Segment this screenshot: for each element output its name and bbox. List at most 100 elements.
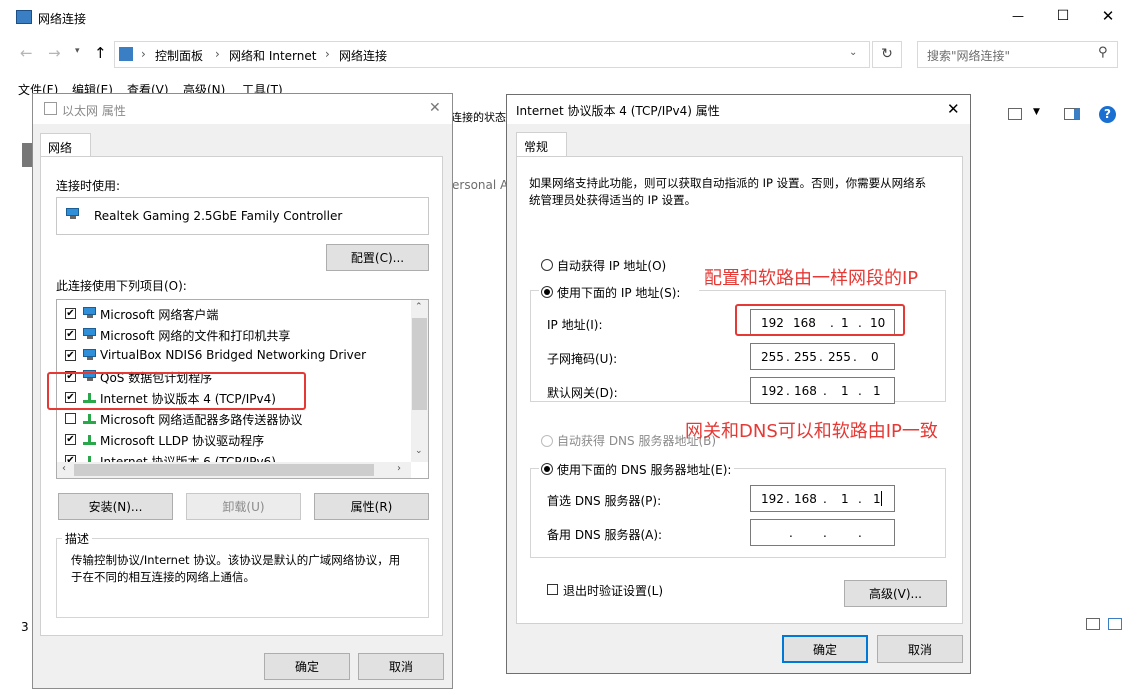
manual-dns-radio[interactable] [541, 463, 553, 475]
h-scroll-thumb[interactable] [74, 464, 374, 476]
ip-octet: 1 [873, 384, 881, 398]
close-icon[interactable]: ✕ [429, 100, 441, 116]
preferred-dns-field[interactable]: 192 . 168 . 1 . 1 [750, 485, 895, 512]
item-checkbox[interactable]: ✔ [65, 350, 76, 361]
ip-octet: 1 [841, 384, 849, 398]
alternate-dns-label: 备用 DNS 服务器(A): [547, 528, 663, 542]
subnet-mask-label: 子网掩码(U): [547, 352, 618, 366]
adapter-field: Realtek Gaming 2.5GbE Family Controller [56, 197, 429, 235]
ip-octet: 255 [828, 350, 851, 364]
item-checkbox[interactable]: ✔ [65, 434, 76, 445]
list-item[interactable]: ✔ VirtualBox NDIS6 Bridged Networking Dri… [57, 346, 409, 366]
breadcrumb-item[interactable]: 网络连接 [339, 47, 387, 64]
view-options-icon[interactable] [1008, 108, 1022, 120]
ok-button[interactable]: 确定 [782, 635, 868, 663]
item-checkbox[interactable]: ✔ [65, 308, 76, 319]
breadcrumb-item[interactable]: 网络和 Internet [229, 47, 316, 64]
uninstall-button: 卸载(U) [186, 493, 301, 520]
horizontal-scrollbar[interactable]: ‹ › [57, 462, 411, 478]
configure-button[interactable]: 配置(C)... [326, 244, 429, 271]
status-item-count: 3 [21, 620, 29, 634]
search-input[interactable]: 搜索"网络连接" ⚲ [917, 41, 1118, 68]
ip-octet: 1 [873, 492, 881, 506]
alternate-dns-field[interactable]: . . . [750, 519, 895, 546]
minimize-icon[interactable]: — [1008, 9, 1028, 25]
view-dropdown-icon[interactable]: ▼ [1033, 107, 1040, 117]
dot-separator: . [823, 526, 827, 540]
tab-label: 常规 [524, 140, 549, 154]
scroll-left-icon[interactable]: ‹ [62, 463, 66, 474]
close-icon[interactable]: ✕ [1098, 7, 1118, 25]
close-icon[interactable]: ✕ [947, 100, 960, 118]
auto-ip-label[interactable]: 自动获得 IP 地址(O) [557, 257, 666, 274]
explorer-app-icon [16, 10, 32, 24]
list-item[interactable]: Microsoft 网络适配器多路传送器协议 [57, 409, 409, 429]
search-icon: ⚲ [1098, 45, 1108, 60]
network-client-icon [82, 328, 98, 340]
breadcrumb-sep-icon: › [325, 47, 330, 61]
search-placeholder: 搜索"网络连接" [927, 49, 1011, 63]
scroll-down-icon[interactable]: ⌄ [415, 446, 423, 456]
highlight-ipv4-item [47, 372, 306, 410]
validate-checkbox[interactable] [547, 584, 558, 595]
address-bar[interactable]: › 控制面板 › 网络和 Internet › 网络连接 ⌄ [114, 41, 870, 68]
item-checkbox[interactable] [65, 413, 76, 424]
ok-button[interactable]: 确定 [264, 653, 350, 680]
forward-icon[interactable]: → [48, 44, 61, 62]
auto-ip-radio[interactable] [541, 259, 553, 271]
properties-button[interactable]: 属性(R) [314, 493, 429, 520]
dot-separator: . [853, 350, 857, 364]
default-gateway-label: 默认网关(D): [547, 386, 618, 400]
ip-octet: 1 [841, 492, 849, 506]
tab-network[interactable]: 网络 [40, 133, 91, 157]
scroll-up-icon[interactable]: ⌃ [415, 302, 423, 312]
breadcrumb-item[interactable]: 控制面板 [155, 47, 203, 64]
vertical-scrollbar[interactable]: ⌃ ⌄ [411, 300, 428, 462]
manual-ip-label[interactable]: 使用下面的 IP 地址(S): [557, 284, 680, 301]
background-item-text: ersonal Ar [452, 178, 514, 192]
recent-dropdown-icon[interactable]: ▾ [75, 46, 80, 56]
large-icons-view-icon[interactable] [1108, 618, 1122, 630]
dot-separator: . [823, 492, 827, 506]
background-item-icon [22, 143, 32, 167]
toolbar-status-text: 连接的状态 [451, 111, 506, 124]
list-item[interactable]: ✔ Microsoft 网络的文件和打印机共享 [57, 325, 409, 345]
dot-separator: . [786, 350, 790, 364]
subnet-mask-field[interactable]: 255 . 255 . 255 . 0 [750, 343, 895, 370]
validate-label[interactable]: 退出时验证设置(L) [563, 582, 663, 599]
network-client-icon [82, 307, 98, 319]
ip-octet: 0 [871, 350, 879, 364]
ip-octet: 192 [761, 492, 784, 506]
manual-dns-label[interactable]: 使用下面的 DNS 服务器地址(E): [557, 461, 731, 478]
ip-octet: 168 [794, 492, 817, 506]
advanced-button[interactable]: 高级(V)... [844, 580, 947, 607]
annotation-dns: 网关和DNS可以和软路由IP一致 [685, 421, 938, 442]
chevron-down-icon[interactable]: ⌄ [849, 47, 857, 58]
scroll-thumb[interactable] [412, 318, 427, 410]
install-button[interactable]: 安装(N)... [58, 493, 173, 520]
tab-general[interactable]: 常规 [516, 132, 567, 157]
dialog-title: 以太网 属性 [62, 104, 126, 118]
list-item[interactable]: ✔ Microsoft LLDP 协议驱动程序 [57, 430, 409, 450]
scroll-right-icon[interactable]: › [397, 463, 401, 474]
help-icon[interactable]: ? [1099, 106, 1116, 123]
explorer-title: 网络连接 [38, 12, 87, 26]
refresh-button[interactable]: ↻ [872, 41, 902, 68]
details-view-icon[interactable] [1086, 618, 1100, 630]
ip-octet: 168 [794, 384, 817, 398]
preview-pane-icon[interactable] [1064, 108, 1080, 120]
dot-separator: . [786, 492, 790, 506]
dot-separator: . [789, 526, 793, 540]
cancel-button[interactable]: 取消 [358, 653, 444, 680]
network-client-icon [82, 349, 98, 361]
list-item[interactable]: ✔ Microsoft 网络客户端 [57, 304, 409, 324]
manual-ip-radio[interactable] [541, 286, 553, 298]
annotation-ip: 配置和软路由一样网段的IP [704, 268, 919, 289]
cancel-button[interactable]: 取消 [877, 635, 963, 663]
default-gateway-field[interactable]: 192 . 168 . 1 . 1 [750, 377, 895, 404]
maximize-icon[interactable]: ☐ [1053, 8, 1073, 24]
back-icon[interactable]: ← [20, 44, 33, 62]
tab-label: 网络 [48, 141, 73, 155]
up-icon[interactable]: ↑ [94, 44, 107, 62]
item-checkbox[interactable]: ✔ [65, 329, 76, 340]
